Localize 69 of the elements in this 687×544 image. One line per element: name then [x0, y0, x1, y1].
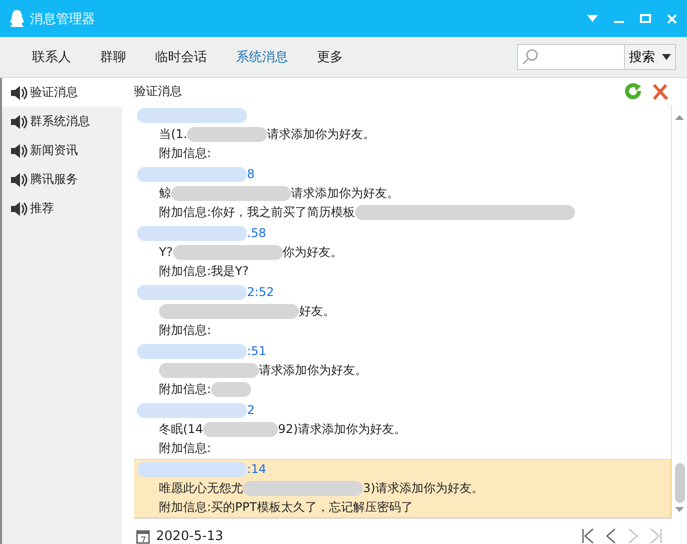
tab[interactable]: 系统消息 — [236, 48, 288, 66]
message-entry[interactable]: 8 鲸 请求添加你为好友。 附加信息:你好，我之前买了简历模板 — [134, 164, 671, 223]
panel-title: 验证消息 — [134, 83, 182, 100]
message-entry[interactable]: 当(1. 请求添加你为好友。 附加信息: — [134, 105, 671, 164]
message-entry[interactable]: .58 Y? 你为好友。 附加信息:我是Y? — [134, 223, 671, 282]
sidebar-item[interactable]: 推荐 — [2, 194, 122, 223]
maximize-icon[interactable] — [640, 14, 651, 23]
tab[interactable]: 更多 — [317, 48, 343, 66]
note-text: 附加信息:买的PPT模板太久了，忘记解压密码了 — [159, 499, 413, 516]
date-label: 2020-5-13 — [156, 528, 224, 544]
message-time: 2 — [247, 402, 255, 419]
message-time: :14 — [247, 461, 266, 478]
refresh-arrow-icon[interactable] — [625, 82, 643, 100]
message-entry[interactable]: :14 唯愿此心无怨尤 3)请求添加你为好友。 附加信息:买的PPT模板太久了，忘记解压密码了 — [134, 459, 671, 518]
search-icon — [522, 49, 538, 65]
note-text: 附加信息: — [159, 145, 212, 162]
calendar-icon[interactable] — [136, 528, 150, 544]
message-time: 2:52 — [247, 284, 274, 301]
message-time: :51 — [247, 343, 266, 360]
speaker-icon — [10, 144, 28, 158]
scrollbar-thumb[interactable] — [674, 463, 684, 503]
sidebar-item[interactable]: 验证消息 — [2, 78, 122, 107]
note-text: 附加信息: — [159, 440, 212, 457]
message-time: 8 — [247, 166, 255, 183]
sender-name: Y? — [159, 244, 173, 261]
note-text: 附加信息: — [159, 381, 212, 398]
scroll-down-icon[interactable] — [675, 507, 684, 512]
next-icon[interactable] — [628, 528, 638, 544]
tab[interactable]: 临时会话 — [155, 48, 207, 66]
tab[interactable]: 群聊 — [100, 48, 126, 66]
note-text: 附加信息: — [159, 322, 212, 339]
sender-name: 鲸 — [159, 185, 171, 202]
message-time: .58 — [247, 225, 266, 242]
sidebar-item[interactable]: 腾讯服务 — [2, 165, 122, 194]
request-text: 请求添加你为好友。 — [291, 185, 399, 202]
request-text: 3)请求添加你为好友。 — [363, 480, 484, 497]
delete-x-icon[interactable] — [652, 84, 668, 100]
message-entry[interactable]: :51 请求添加你为好友。 附加信息: — [134, 341, 671, 400]
close-icon[interactable] — [667, 14, 677, 24]
request-text: 你为好友。 — [282, 244, 343, 261]
request-text: 好友。 — [299, 303, 335, 320]
scroll-up-icon[interactable] — [675, 115, 684, 120]
request-text: 请求添加你为好友。 — [267, 126, 376, 143]
note-text: 附加信息:我是Y? — [159, 263, 249, 280]
search-button[interactable]: 搜索 — [625, 44, 676, 70]
last-page-icon[interactable] — [650, 528, 662, 544]
first-page-icon[interactable] — [582, 528, 594, 544]
window-title: 消息管理器 — [30, 10, 96, 28]
dropdown-caret-icon[interactable] — [587, 15, 598, 22]
speaker-icon — [10, 202, 28, 216]
message-entry[interactable]: 2:52 好友。 附加信息: — [134, 282, 671, 341]
scrollbar[interactable] — [671, 105, 687, 518]
sidebar-item[interactable]: 群系统消息 — [2, 107, 122, 136]
sidebar-item[interactable]: 新闻资讯 — [2, 136, 122, 165]
speaker-icon — [10, 86, 28, 100]
speaker-icon — [10, 172, 28, 186]
note-text: 附加信息:你好，我之前买了简历模板 — [159, 204, 356, 221]
caret-icon — [662, 54, 671, 60]
request-text: 92)请求添加你为好友。 — [278, 421, 406, 438]
request-text: 请求添加你为好友。 — [259, 362, 367, 379]
message-entry[interactable]: 2 冬眠(14 92)请求添加你为好友。 附加信息: — [134, 400, 671, 459]
sender-name: 当(1. — [159, 126, 188, 143]
previous-icon[interactable] — [606, 528, 616, 544]
penguin-icon — [10, 10, 24, 28]
tab[interactable]: 联系人 — [32, 48, 71, 66]
search-field[interactable] — [517, 44, 625, 70]
speaker-icon — [10, 114, 28, 128]
sender-name: 唯愿此心无怨尤 — [159, 480, 243, 497]
sender-name: 冬眠(14 — [159, 421, 203, 438]
